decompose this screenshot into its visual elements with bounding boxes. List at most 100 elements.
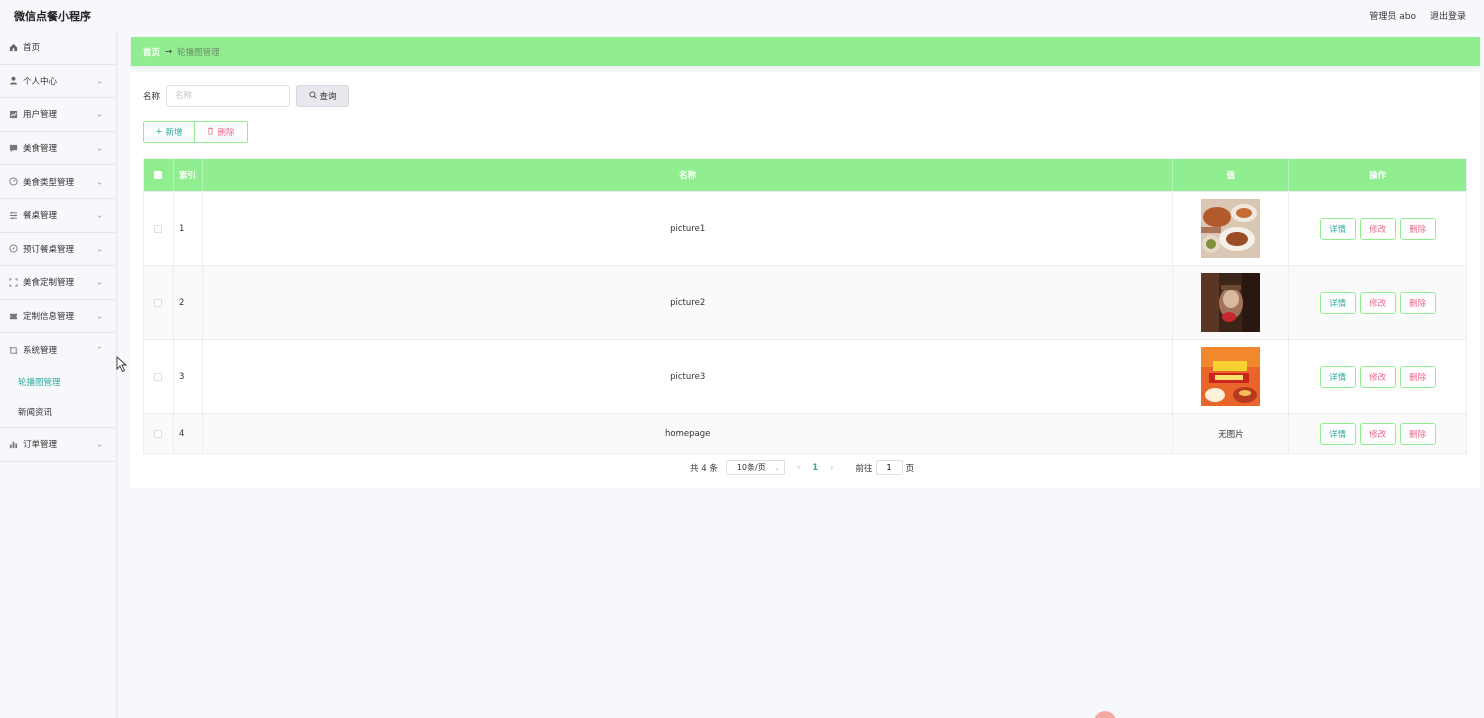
detail-button[interactable]: 详情	[1319, 217, 1356, 240]
row-operations: 详情 修改 删除	[1289, 192, 1466, 265]
prev-page-button[interactable]: ‹	[797, 463, 800, 473]
speed-icon	[8, 177, 18, 187]
sidebar-item-label: 用户管理	[23, 110, 58, 121]
sidebar-item-reservation-management[interactable]: 预订餐桌管理 ⌄	[0, 233, 115, 267]
sidebar-item-label: 美食管理	[23, 144, 58, 155]
delete-button[interactable]: 删除	[1399, 422, 1436, 445]
admin-user-label[interactable]: 管理员 abo	[1369, 9, 1416, 22]
detail-button[interactable]: 详情	[1319, 291, 1356, 314]
row-name: picture1	[203, 192, 1174, 265]
row-checkbox[interactable]	[154, 224, 163, 233]
floating-assistant-button[interactable]	[1094, 711, 1116, 718]
row-checkbox[interactable]	[154, 429, 163, 438]
action-row: + 新增 删除	[143, 121, 248, 143]
row-checkbox[interactable]	[154, 372, 163, 381]
logout-link[interactable]: 退出登录	[1430, 9, 1466, 22]
header-name[interactable]: 名称	[203, 159, 1174, 191]
food-photo-1	[1201, 199, 1261, 258]
page-size-select[interactable]: 10条/页 ⌄	[725, 460, 785, 475]
page-size-value: 10条/页	[736, 463, 766, 472]
row-select-cell[interactable]	[144, 192, 174, 265]
search-icon	[308, 90, 317, 102]
chevron-down-icon: ⌄	[96, 143, 103, 153]
sidebar-item-personal-center[interactable]: 个人中心 ⌄	[0, 65, 115, 99]
mouse-pointer-icon	[116, 356, 127, 373]
search-button[interactable]: 查询	[296, 85, 350, 107]
arrow-right-icon: →	[165, 46, 173, 57]
chevron-down-icon: ⌄	[96, 210, 103, 220]
row-index: 2	[174, 266, 203, 339]
header-operation: 操作	[1369, 171, 1387, 181]
food-photo-3	[1201, 347, 1261, 406]
chevron-down-icon: ⌄	[773, 463, 780, 472]
search-input[interactable]	[166, 85, 291, 107]
sidebar-divider	[115, 31, 118, 718]
chevron-down-icon: ⌄	[96, 109, 103, 119]
row-index: 3	[174, 340, 203, 413]
row-name: homepage	[203, 414, 1174, 453]
goto-label: 前往	[855, 463, 873, 474]
sidebar-item-system-management[interactable]: 系统管理 ⌃	[0, 333, 115, 367]
edit-button[interactable]: 修改	[1359, 291, 1396, 314]
pagination: 共 4 条 10条/页 ⌄ ‹ 1 › 前往 页	[690, 460, 914, 475]
carousel-table: 索引 名称 值 操作 1 picture1 详情 修改 删除 2 picture…	[143, 158, 1467, 454]
next-page-button[interactable]: ›	[830, 463, 833, 473]
delete-button[interactable]: 删除	[1399, 291, 1436, 314]
sidebar-item-food-type-management[interactable]: 美食类型管理 ⌄	[0, 165, 115, 199]
row-image-cell	[1173, 340, 1290, 413]
search-row: 名称 查询	[143, 85, 350, 107]
batch-delete-button[interactable]: 删除	[195, 121, 248, 143]
pagination-total: 共 4 条	[690, 463, 718, 474]
edit-button[interactable]: 修改	[1359, 422, 1396, 445]
sidebar-item-label: 首页	[23, 43, 41, 54]
delete-button[interactable]: 删除	[1399, 365, 1436, 388]
header-index: 索引	[174, 159, 203, 191]
chat-icon	[8, 143, 18, 153]
batch-delete-button-label: 删除	[217, 128, 235, 138]
sidebar-item-food-custom-management[interactable]: 美食定制管理 ⌄	[0, 266, 115, 300]
sidebar-item-label: 美食类型管理	[23, 177, 75, 188]
goto-page-input[interactable]	[875, 460, 903, 475]
sidebar-item-order-management[interactable]: 订单管理 ⌄	[0, 428, 115, 462]
row-select-cell[interactable]	[144, 414, 174, 453]
sidebar-item-label: 餐桌管理	[23, 211, 58, 222]
edit-button[interactable]: 修改	[1359, 217, 1396, 240]
table-row: 3 picture3 详情 修改 删除	[144, 339, 1466, 413]
breadcrumb-home-link[interactable]: 首页	[143, 46, 160, 58]
select-all-checkbox[interactable]	[154, 171, 163, 179]
breadcrumb: 首页 → 轮播图管理	[131, 37, 1480, 66]
row-select-cell[interactable]	[144, 266, 174, 339]
sidebar-item-home[interactable]: 首页	[0, 31, 115, 65]
sidebar-subitem-news[interactable]: 新闻资讯	[0, 397, 115, 427]
top-right-actions: 管理员 abo 退出登录	[1369, 9, 1466, 22]
edit-button[interactable]: 修改	[1359, 365, 1396, 388]
sidebar-item-table-management[interactable]: 餐桌管理 ⌄	[0, 199, 115, 233]
table-row: 1 picture1 详情 修改 删除	[144, 191, 1466, 265]
delete-button[interactable]: 删除	[1399, 217, 1436, 240]
header-select-all[interactable]	[144, 159, 174, 191]
page-unit-label: 页	[905, 463, 915, 474]
page-number-current[interactable]: 1	[812, 463, 818, 473]
table-row: 4 homepage 无图片 详情 修改 删除	[144, 413, 1466, 453]
chevron-down-icon: ⌄	[96, 439, 103, 449]
row-checkbox[interactable]	[154, 298, 163, 307]
bar-chart-icon	[8, 439, 18, 449]
row-select-cell[interactable]	[144, 340, 174, 413]
add-button-label: 新增	[165, 128, 183, 138]
sidebar-item-label: 个人中心	[23, 76, 58, 87]
trash-icon	[207, 126, 214, 138]
sidebar-item-food-management[interactable]: 美食管理 ⌄	[0, 132, 115, 166]
row-operations: 详情 修改 删除	[1289, 266, 1466, 339]
search-label: 名称	[143, 92, 161, 102]
detail-button[interactable]: 详情	[1319, 422, 1356, 445]
add-button[interactable]: + 新增	[143, 121, 195, 143]
sidebar-item-user-management[interactable]: 用户管理 ⌄	[0, 98, 115, 132]
header-value[interactable]: 值	[1173, 159, 1290, 191]
chart-icon	[8, 109, 18, 119]
sidebar-item-label: 美食定制管理	[23, 278, 75, 289]
sidebar-subitem-carousel-management[interactable]: 轮播图管理	[0, 367, 115, 397]
compass-icon	[8, 244, 18, 254]
detail-button[interactable]: 详情	[1319, 365, 1356, 388]
chevron-down-icon: ⌄	[96, 76, 103, 86]
sidebar-item-custom-info-management[interactable]: 定制信息管理 ⌄	[0, 300, 115, 334]
